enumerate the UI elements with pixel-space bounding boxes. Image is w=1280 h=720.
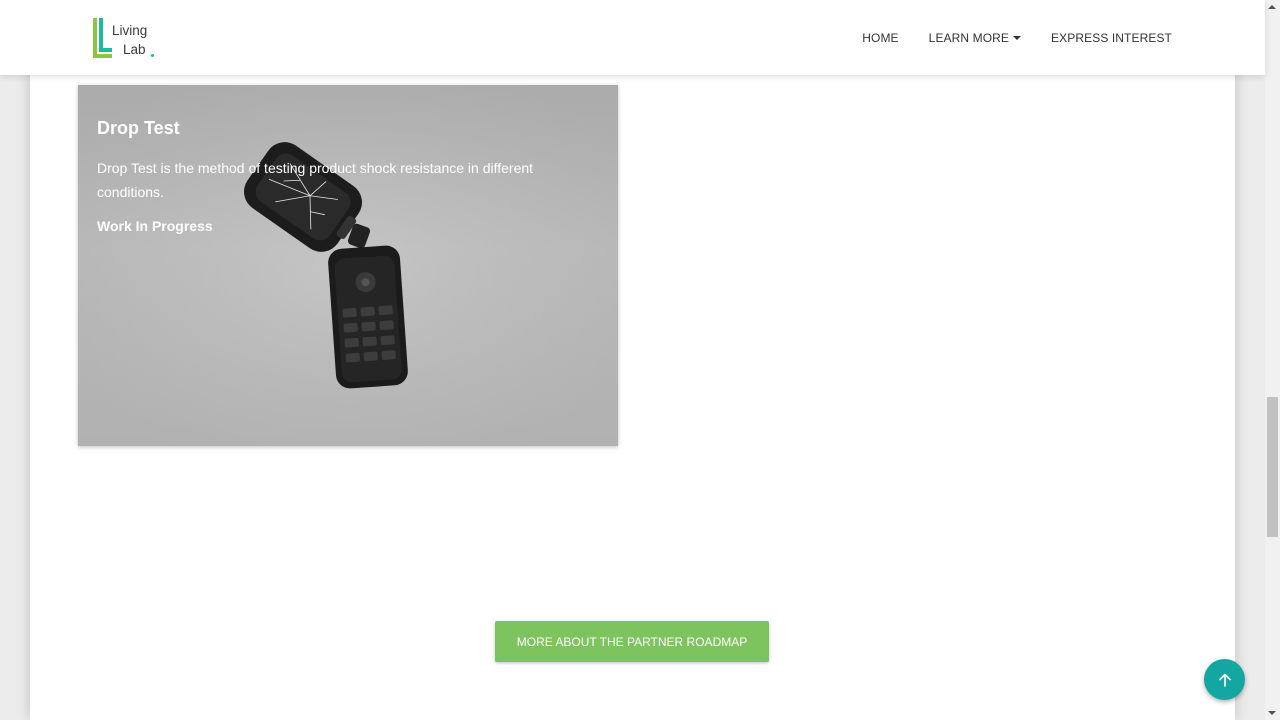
scroll-down-arrow-icon[interactable] [1268, 711, 1276, 715]
nav-home[interactable]: HOME [862, 31, 898, 45]
caret-down-icon [1013, 35, 1022, 40]
scrollbar-thumb[interactable] [1267, 397, 1278, 537]
card-title: Drop Test [97, 118, 180, 138]
back-to-top-button[interactable] [1204, 659, 1245, 700]
nav-express-interest[interactable]: EXPRESS INTEREST [1051, 31, 1172, 45]
scroll-up-arrow-icon[interactable] [1268, 5, 1276, 9]
nav-express-interest-label: EXPRESS INTEREST [1051, 30, 1172, 45]
nav-learn-more-dropdown[interactable]: LEARN MORE [928, 30, 1022, 45]
card-status: Work In Progress [97, 218, 213, 234]
logo-text-line1: Living [112, 23, 148, 38]
site-logo[interactable]: Living Lab [92, 16, 162, 60]
arrow-up-icon [1218, 673, 1231, 687]
nav-learn-more-label: LEARN MORE [928, 30, 1010, 45]
main-nav: HOME LEARN MORE EXPRESS INTEREST [832, 0, 1172, 75]
page-scrollbar[interactable] [1265, 0, 1280, 720]
drop-test-card[interactable]: Drop Test Drop Test is the method of tes… [78, 85, 618, 446]
card-description: Drop Test is the method of testing produ… [97, 160, 534, 200]
logo-mark-icon [93, 18, 112, 58]
broken-flip-phone-image [78, 85, 618, 446]
logo-dot [151, 54, 154, 57]
logo-text-line2: Lab [123, 42, 146, 57]
nav-home-label: HOME [862, 30, 899, 45]
top-navbar: Living Lab HOME LEARN MORE EXPRESS INTER… [0, 0, 1265, 75]
partner-roadmap-button[interactable]: MORE ABOUT THE PARTNER ROADMAP [495, 621, 769, 662]
